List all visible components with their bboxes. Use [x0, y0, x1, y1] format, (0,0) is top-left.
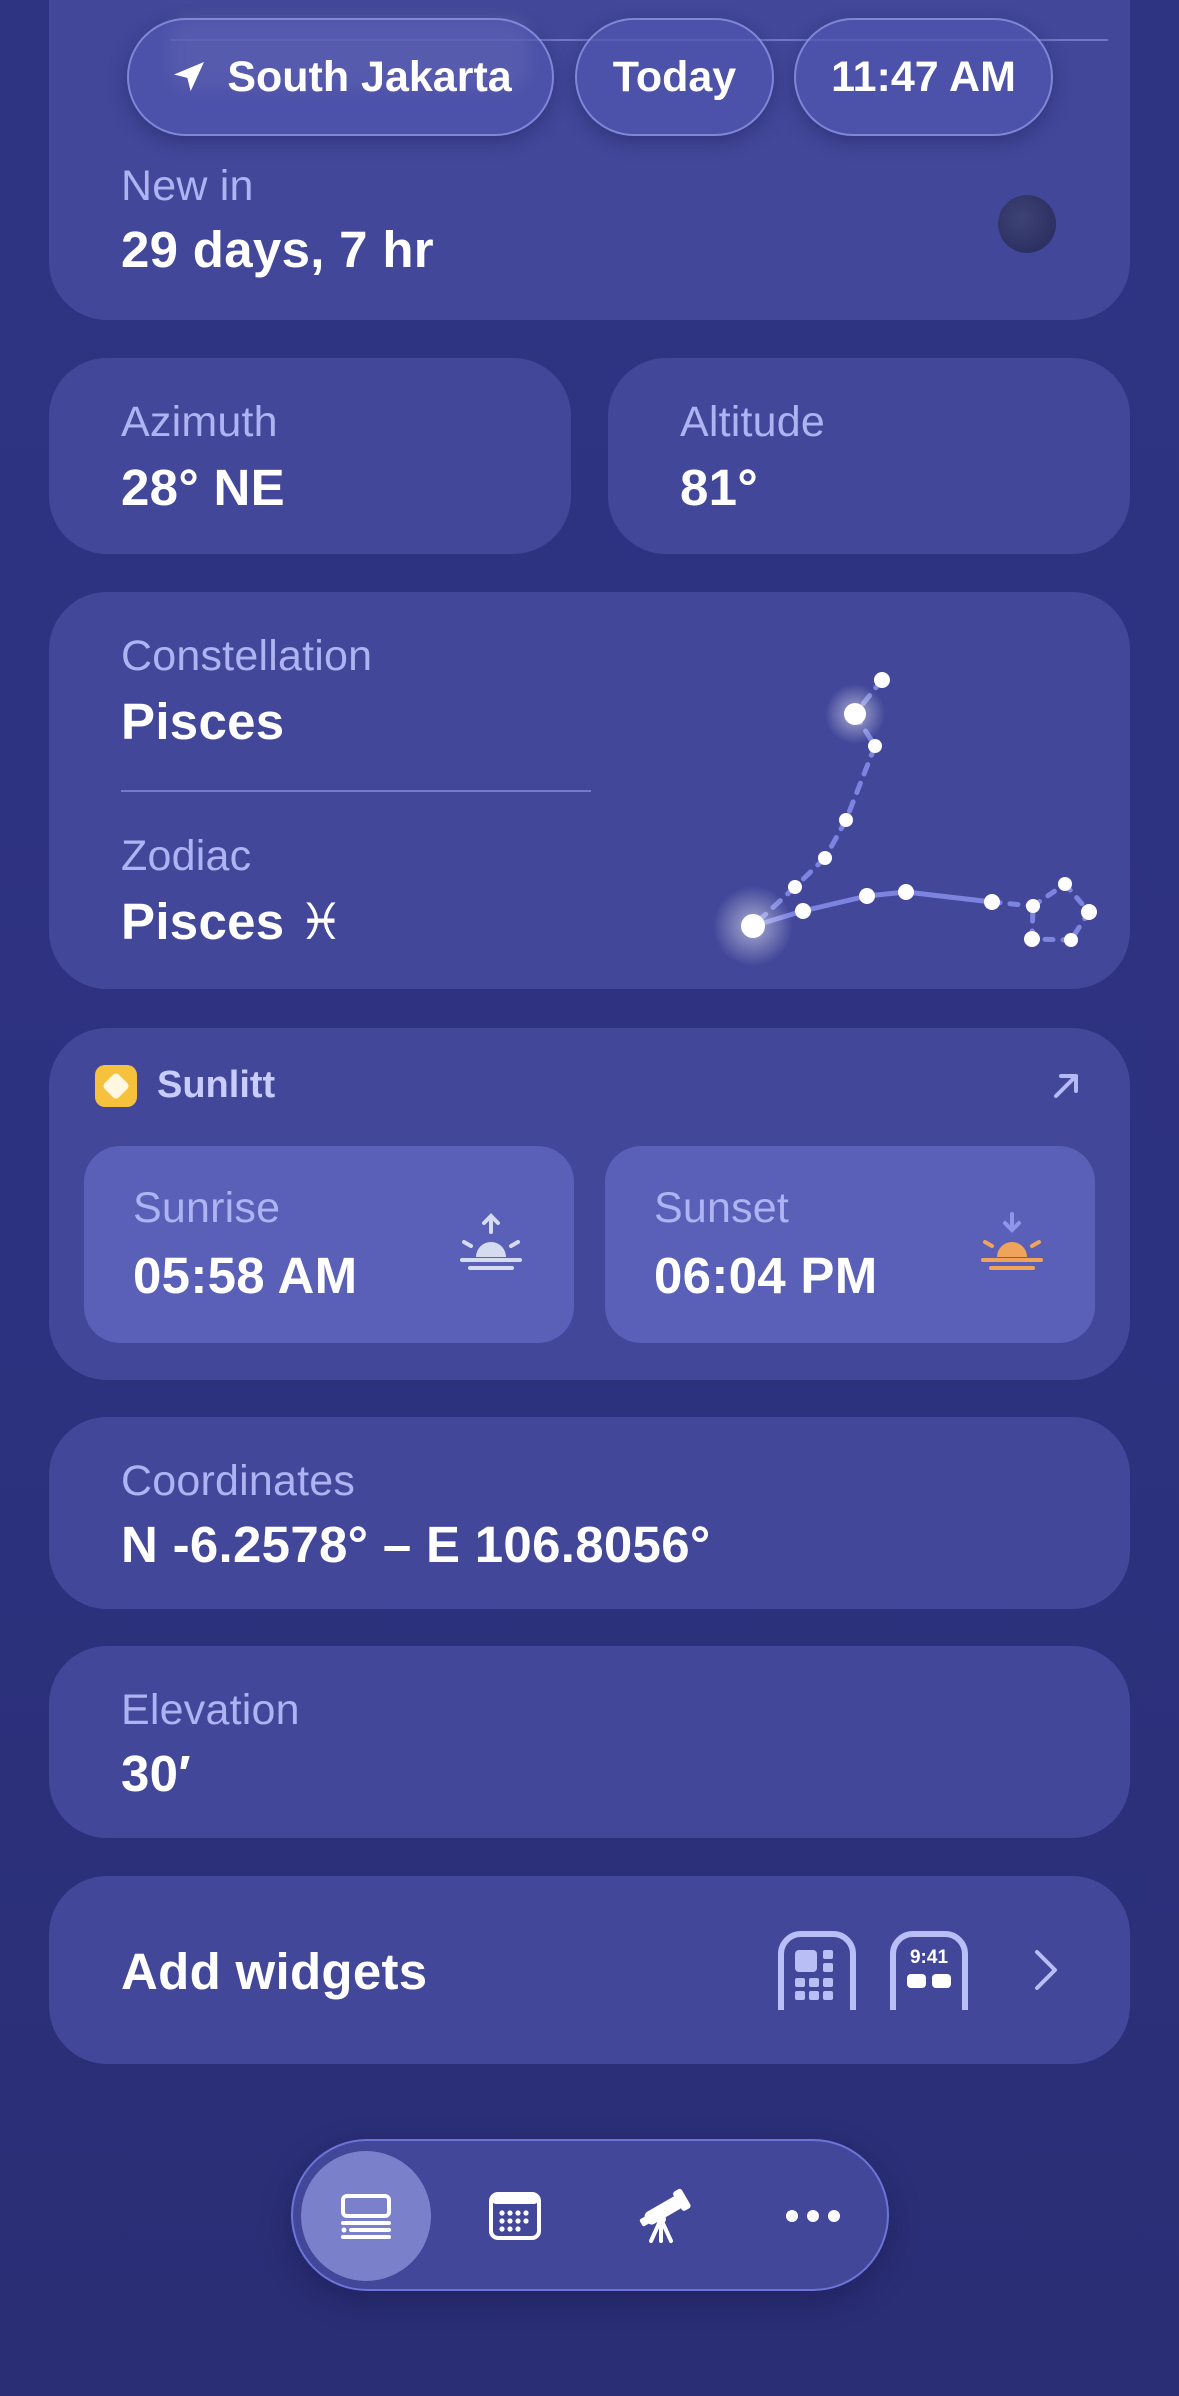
sunset-icon — [981, 1212, 1043, 1270]
new-moon-value: 29 days, 7 hr — [121, 221, 434, 278]
calendar-icon — [489, 2192, 541, 2240]
azimuth-label: Azimuth — [121, 398, 278, 446]
elevation-card[interactable]: Elevation 30′ — [49, 1646, 1130, 1838]
date-pill[interactable]: Today — [575, 18, 774, 136]
tab-overview[interactable] — [301, 2151, 431, 2281]
constellation-card[interactable]: Constellation Pisces Zodiac Pisces ♓︎ — [49, 592, 1130, 989]
open-external-arrow-icon[interactable] — [1046, 1066, 1086, 1106]
location-label: South Jakarta — [227, 52, 512, 101]
new-moon-label: New in — [121, 162, 254, 210]
altitude-card[interactable]: Altitude 81° — [608, 358, 1130, 554]
location-arrow-icon — [174, 62, 205, 92]
pisces-constellation-icon — [713, 672, 1097, 966]
bottom-tab-bar — [291, 2139, 889, 2291]
telescope-icon — [639, 2188, 691, 2243]
tab-telescope[interactable] — [599, 2151, 729, 2281]
sunrise-value: 05:58 AM — [133, 1247, 358, 1304]
widget-lockscreen-icon: 9:41 — [890, 1931, 968, 2010]
time-pill[interactable]: 11:47 AM — [794, 18, 1053, 136]
location-pill[interactable]: South Jakarta — [127, 18, 554, 136]
add-widgets-label: Add widgets — [121, 1943, 428, 2000]
altitude-value: 81° — [680, 459, 759, 516]
zodiac-value-row: Pisces ♓︎ — [121, 892, 344, 951]
coordinates-value: N -6.2578° – E 106.8056° — [121, 1516, 711, 1573]
elevation-label: Elevation — [121, 1686, 300, 1734]
altitude-label: Altitude — [680, 398, 826, 446]
time-label: 11:47 AM — [831, 52, 1016, 101]
sunlitt-title: Sunlitt — [157, 1064, 276, 1106]
sunrise-icon — [460, 1213, 522, 1270]
tab-calendar[interactable] — [450, 2151, 580, 2281]
constellation-value: Pisces — [121, 693, 285, 750]
elevation-value: 30′ — [121, 1745, 191, 1802]
more-icon — [786, 2210, 840, 2222]
sunlitt-header: Sunlitt — [95, 1064, 275, 1107]
date-label: Today — [612, 52, 737, 101]
sunlitt-card[interactable]: Sunlitt Sunrise 05:58 AM Sunset 06:04 PM — [49, 1028, 1130, 1380]
zodiac-label: Zodiac — [121, 832, 252, 880]
sunset-tile[interactable]: Sunset 06:04 PM — [605, 1146, 1095, 1343]
constellation-divider — [121, 790, 591, 792]
widget-grid-icon — [778, 1931, 856, 2010]
moon-icon — [998, 195, 1056, 253]
sunrise-tile[interactable]: Sunrise 05:58 AM — [84, 1146, 574, 1343]
coordinates-card[interactable]: Coordinates N -6.2578° – E 106.8056° — [49, 1417, 1130, 1609]
sunrise-label: Sunrise — [133, 1184, 281, 1232]
zodiac-value: Pisces — [121, 893, 285, 950]
sunset-label: Sunset — [654, 1184, 790, 1232]
chevron-right-icon[interactable] — [1029, 1946, 1061, 1994]
azimuth-card[interactable]: Azimuth 28° NE — [49, 358, 571, 554]
list-icon — [341, 2194, 391, 2239]
sunset-value: 06:04 PM — [654, 1247, 878, 1304]
add-widgets-card[interactable]: Add widgets 9:41 — [49, 1876, 1130, 2064]
azimuth-value: 28° NE — [121, 459, 285, 516]
widget-time-text: 9:41 — [910, 1947, 948, 1968]
app-screen: New in 29 days, 7 hr South Jakarta Today… — [0, 0, 1179, 2396]
pisces-symbol-icon: ♓︎ — [298, 893, 344, 950]
tab-more[interactable] — [748, 2151, 878, 2281]
constellation-label: Constellation — [121, 632, 373, 680]
coordinates-label: Coordinates — [121, 1457, 356, 1505]
sunlitt-app-icon — [95, 1064, 137, 1107]
